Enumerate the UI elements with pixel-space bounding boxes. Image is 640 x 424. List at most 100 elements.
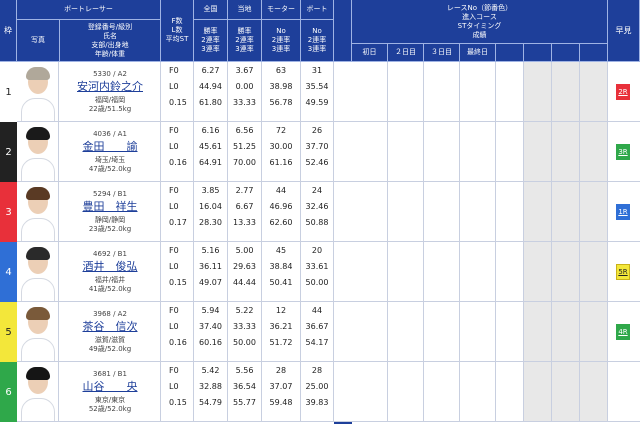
result-extra-4 <box>580 122 608 181</box>
avatar-hair <box>26 247 50 260</box>
next-race-badge[interactable]: 4R <box>616 324 630 340</box>
motor-2-rate: 38.98 <box>269 82 293 91</box>
result-extra-1 <box>496 182 524 241</box>
day-final-header: 最終日 <box>460 44 496 62</box>
next-race-badge[interactable]: 1R <box>616 204 630 220</box>
national-3-rate: 60.16 <box>199 338 222 347</box>
boat-no: 20 <box>311 246 323 255</box>
f-count: F0 <box>169 306 179 315</box>
result-extra-3 <box>552 122 580 181</box>
boat-3-rate: 52.46 <box>305 158 329 167</box>
motor-no: 45 <box>275 246 287 255</box>
lane-number: 2 <box>0 122 17 182</box>
avg-st: 0.15 <box>169 98 187 107</box>
boat-stats: 24 32.46 50.88 <box>301 182 334 241</box>
result-day-final <box>460 62 496 121</box>
boat-2-rate: 37.70 <box>305 142 329 151</box>
branch-origin: 滋賀/滋賀 <box>94 336 126 344</box>
branch-origin: 埼玉/埼玉 <box>94 156 126 164</box>
racer-name-link[interactable]: 茶谷 信次 <box>60 320 160 333</box>
session-results <box>352 122 608 181</box>
fl-stats: F0 L0 0.15 <box>161 242 194 301</box>
reg-class: 3968 / A2 <box>93 310 127 318</box>
national-2-rate: 36.11 <box>199 262 222 271</box>
result-day-1 <box>352 182 388 241</box>
local-2-rate: 6.67 <box>235 202 254 211</box>
day-1-header: 初日 <box>352 44 388 62</box>
boat-3-rate: 50.88 <box>305 218 329 227</box>
result-extra-4 <box>580 182 608 241</box>
reg-class: 5330 / A2 <box>93 70 127 78</box>
racer-info: 5330 / A2 安河内鈴之介 福岡/福岡 22歳/51.5kg <box>60 62 161 121</box>
motor-3-rate: 61.16 <box>269 158 293 167</box>
day-3-header: ３日目 <box>424 44 460 62</box>
local-win-rate: 5.56 <box>235 366 254 375</box>
racer-name-link[interactable]: 金田 諭 <box>60 140 160 153</box>
national-3-rate: 49.07 <box>199 278 222 287</box>
national-stats: 5.94 37.40 60.16 <box>194 302 228 361</box>
national-3-rate: 28.30 <box>199 218 222 227</box>
racer-name-link[interactable]: 豊田 祥生 <box>60 200 160 213</box>
racer-name-link[interactable]: 山谷 央 <box>60 380 160 393</box>
result-day-2 <box>388 62 424 121</box>
result-extra-3 <box>552 62 580 121</box>
motor-stats: 72 30.00 61.16 <box>262 122 301 181</box>
f-count: F0 <box>169 366 179 375</box>
racer-name-link[interactable]: 酒井 俊弘 <box>60 260 160 273</box>
local-2-rate: 36.54 <box>233 382 256 391</box>
racer-photo <box>17 62 59 121</box>
f-count: F0 <box>169 66 179 75</box>
age-weight: 23歳/52.0kg <box>88 225 132 233</box>
local-2-rate: 33.33 <box>233 322 256 331</box>
national-stats: 5.16 36.11 49.07 <box>194 242 228 301</box>
f-count: F0 <box>169 186 179 195</box>
racer-info: 4036 / A1 金田 諭 埼玉/埼玉 47歳/52.0kg <box>60 122 161 181</box>
national-stats: 6.16 45.61 64.91 <box>194 122 228 181</box>
racer-name-link[interactable]: 安河内鈴之介 <box>60 80 160 93</box>
next-race-badge[interactable]: 5R <box>616 264 630 280</box>
age-weight: 41歳/52.0kg <box>88 285 132 293</box>
next-race-badge[interactable]: 2R <box>616 84 630 100</box>
avatar-hair <box>26 367 50 380</box>
boat-stats: 20 33.61 50.00 <box>301 242 334 301</box>
result-extra-3 <box>552 242 580 301</box>
boat-3-rate: 39.83 <box>305 398 329 407</box>
avg-st: 0.16 <box>169 158 187 167</box>
boat-stats: 26 37.70 52.46 <box>301 122 334 181</box>
l-count: L0 <box>169 202 179 211</box>
l-count: L0 <box>169 322 179 331</box>
boat-stats: 31 35.54 49.59 <box>301 62 334 121</box>
result-day-final <box>460 362 496 421</box>
f-count: F0 <box>169 246 179 255</box>
motor-3-rate: 56.78 <box>269 98 293 107</box>
racer-row: 1 5330 / A2 安河内鈴之介 福岡/福岡 22歳/51.5kg F0 L… <box>0 62 640 122</box>
avatar-uniform <box>21 158 55 181</box>
session-results <box>352 302 608 361</box>
fl-stats: F0 L0 0.15 <box>161 362 194 421</box>
next-race-badge[interactable]: 3R <box>616 144 630 160</box>
local-win-rate: 2.77 <box>235 186 254 195</box>
racer-photo <box>17 122 59 181</box>
l-count: L0 <box>169 262 179 271</box>
day-2-header: ２日目 <box>388 44 424 62</box>
racer-photo <box>17 182 59 241</box>
boat-stats: 44 36.67 54.17 <box>301 302 334 361</box>
avatar-uniform <box>21 98 55 121</box>
local-stats: 2.77 6.67 13.33 <box>228 182 262 241</box>
local-stats: 5.56 36.54 55.77 <box>228 362 262 421</box>
motor-no: 44 <box>275 186 287 195</box>
boat-racer-header: ボートレーサー <box>17 0 161 20</box>
boat-2-rate: 25.00 <box>305 382 329 391</box>
motor-2-rate: 36.21 <box>269 322 293 331</box>
local-rate-header: 勝率 2連率 3連率 <box>228 20 262 62</box>
motor-3-rate: 62.60 <box>269 218 293 227</box>
local-win-rate: 6.56 <box>235 126 254 135</box>
day-extra-header-1 <box>496 44 524 62</box>
result-day-1 <box>352 242 388 301</box>
photo-header: 写真 <box>17 20 60 62</box>
avatar-hair <box>26 187 50 200</box>
avg-st: 0.16 <box>169 338 187 347</box>
lane-number: 4 <box>0 242 17 302</box>
local-3-rate: 13.33 <box>233 218 256 227</box>
result-extra-2 <box>524 242 552 301</box>
